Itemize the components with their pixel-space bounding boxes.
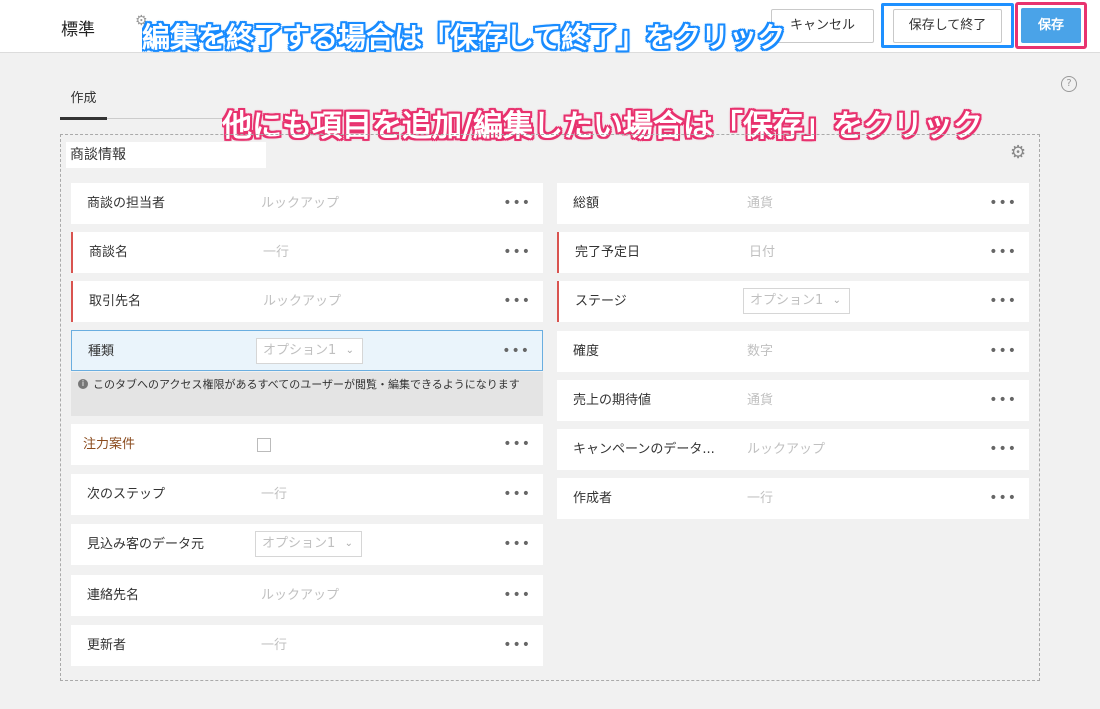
more-options-icon[interactable]: ••• — [503, 524, 531, 565]
field-type: ルックアップ — [261, 196, 340, 211]
annotation-save-exit: 編集を終了する場合は「保存して終了」をクリック — [142, 21, 786, 54]
field-type: 通貨 — [747, 393, 774, 408]
layout-title: 標準 — [61, 20, 95, 40]
field-focus-deal[interactable]: 注力案件 ••• — [71, 424, 543, 465]
field-type: 数字 — [747, 344, 774, 359]
field-lead-source[interactable]: 見込み客のデータ元 オプション1 ⌄ ••• — [71, 524, 543, 565]
field-account-name[interactable]: 取引先名 ルックアップ ••• — [71, 281, 543, 322]
field-opportunity-owner[interactable]: 商談の担当者 ルックアップ ••• — [71, 183, 543, 224]
field-label: 更新者 — [87, 638, 127, 653]
more-options-icon[interactable]: ••• — [503, 474, 531, 515]
field-type: 日付 — [749, 245, 776, 260]
field-label: 商談の担当者 — [87, 196, 166, 211]
field-type: ルックアップ — [261, 588, 340, 603]
field-label: 確度 — [573, 344, 600, 359]
more-options-icon[interactable]: ••• — [989, 232, 1017, 273]
field-type-selected[interactable]: 種類 オプション1 ⌄ ••• — [71, 330, 543, 371]
field-checkbox[interactable] — [257, 438, 271, 452]
section-title[interactable]: 商談情報 — [66, 142, 266, 168]
info-icon: i — [78, 379, 88, 389]
field-label: 種類 — [88, 344, 115, 359]
field-campaign-source[interactable]: キャンペーンのデータ... ルックアップ ••• — [557, 429, 1029, 470]
more-options-icon[interactable]: ••• — [989, 331, 1017, 372]
field-label: 商談名 — [89, 245, 129, 260]
field-label: 総額 — [573, 196, 600, 211]
more-options-icon[interactable]: ••• — [503, 281, 531, 322]
select-value: オプション1 — [262, 536, 336, 551]
more-options-icon[interactable]: ••• — [503, 625, 531, 666]
save-button[interactable]: 保存 — [1021, 8, 1081, 43]
more-options-icon[interactable]: ••• — [989, 183, 1017, 224]
more-options-icon[interactable]: ••• — [989, 281, 1017, 322]
field-label: 連絡先名 — [87, 588, 140, 603]
more-options-icon[interactable]: ••• — [503, 183, 531, 224]
field-type: 通貨 — [747, 196, 774, 211]
tab-create[interactable]: 作成 — [60, 82, 107, 120]
chevron-down-icon: ⌄ — [345, 345, 354, 356]
section-settings-icon[interactable]: ⚙ — [1010, 143, 1026, 163]
field-type: 一行 — [261, 487, 288, 502]
more-options-icon[interactable]: ••• — [989, 429, 1017, 470]
field-select[interactable]: オプション1 ⌄ — [743, 288, 850, 314]
field-probability[interactable]: 確度 数字 ••• — [557, 331, 1029, 372]
more-options-icon[interactable]: ••• — [502, 331, 530, 372]
field-created-by[interactable]: 作成者 一行 ••• — [557, 478, 1029, 519]
chevron-down-icon: ⌄ — [344, 538, 353, 549]
field-next-step[interactable]: 次のステップ 一行 ••• — [71, 474, 543, 515]
tab-divider — [107, 118, 237, 119]
field-label: ステージ — [575, 294, 627, 309]
field-select[interactable]: オプション1 ⌄ — [256, 338, 363, 364]
field-label: 完了予定日 — [575, 245, 641, 260]
field-label: 見込み客のデータ元 — [87, 537, 205, 552]
field-label: キャンペーンのデータ... — [573, 442, 715, 457]
save-and-exit-button[interactable]: 保存して終了 — [893, 9, 1002, 43]
select-value: オプション1 — [263, 343, 337, 358]
field-expected-revenue[interactable]: 売上の期待値 通貨 ••• — [557, 380, 1029, 421]
field-type: ルックアップ — [747, 442, 826, 457]
notice-text: このタブへのアクセス権限があるすべてのユーザーが閲覧・編集できるようになります — [93, 378, 520, 391]
field-label: 売上の期待値 — [573, 393, 652, 408]
permission-notice: i このタブへのアクセス権限があるすべてのユーザーが閲覧・編集できるようになりま… — [71, 372, 543, 416]
more-options-icon[interactable]: ••• — [503, 424, 531, 465]
field-select[interactable]: オプション1 ⌄ — [255, 531, 362, 557]
field-type: 一行 — [747, 491, 774, 506]
select-value: オプション1 — [750, 293, 824, 308]
more-options-icon[interactable]: ••• — [503, 232, 531, 273]
more-options-icon[interactable]: ••• — [989, 478, 1017, 519]
field-label: 注力案件 — [83, 437, 136, 452]
field-label: 取引先名 — [89, 294, 142, 309]
field-stage[interactable]: ステージ オプション1 ⌄ ••• — [557, 281, 1029, 322]
field-type: 一行 — [263, 245, 290, 260]
field-label: 作成者 — [573, 491, 613, 506]
more-options-icon[interactable]: ••• — [989, 380, 1017, 421]
chevron-down-icon: ⌄ — [832, 295, 841, 306]
field-type: 一行 — [261, 638, 288, 653]
field-contact-name[interactable]: 連絡先名 ルックアップ ••• — [71, 575, 543, 616]
field-label: 次のステップ — [87, 487, 166, 502]
field-amount[interactable]: 総額 通貨 ••• — [557, 183, 1029, 224]
field-type: ルックアップ — [263, 294, 342, 309]
field-close-date[interactable]: 完了予定日 日付 ••• — [557, 232, 1029, 273]
field-opportunity-name[interactable]: 商談名 一行 ••• — [71, 232, 543, 273]
field-updated-by[interactable]: 更新者 一行 ••• — [71, 625, 543, 666]
more-options-icon[interactable]: ••• — [503, 575, 531, 616]
help-icon[interactable]: ? — [1061, 76, 1077, 92]
